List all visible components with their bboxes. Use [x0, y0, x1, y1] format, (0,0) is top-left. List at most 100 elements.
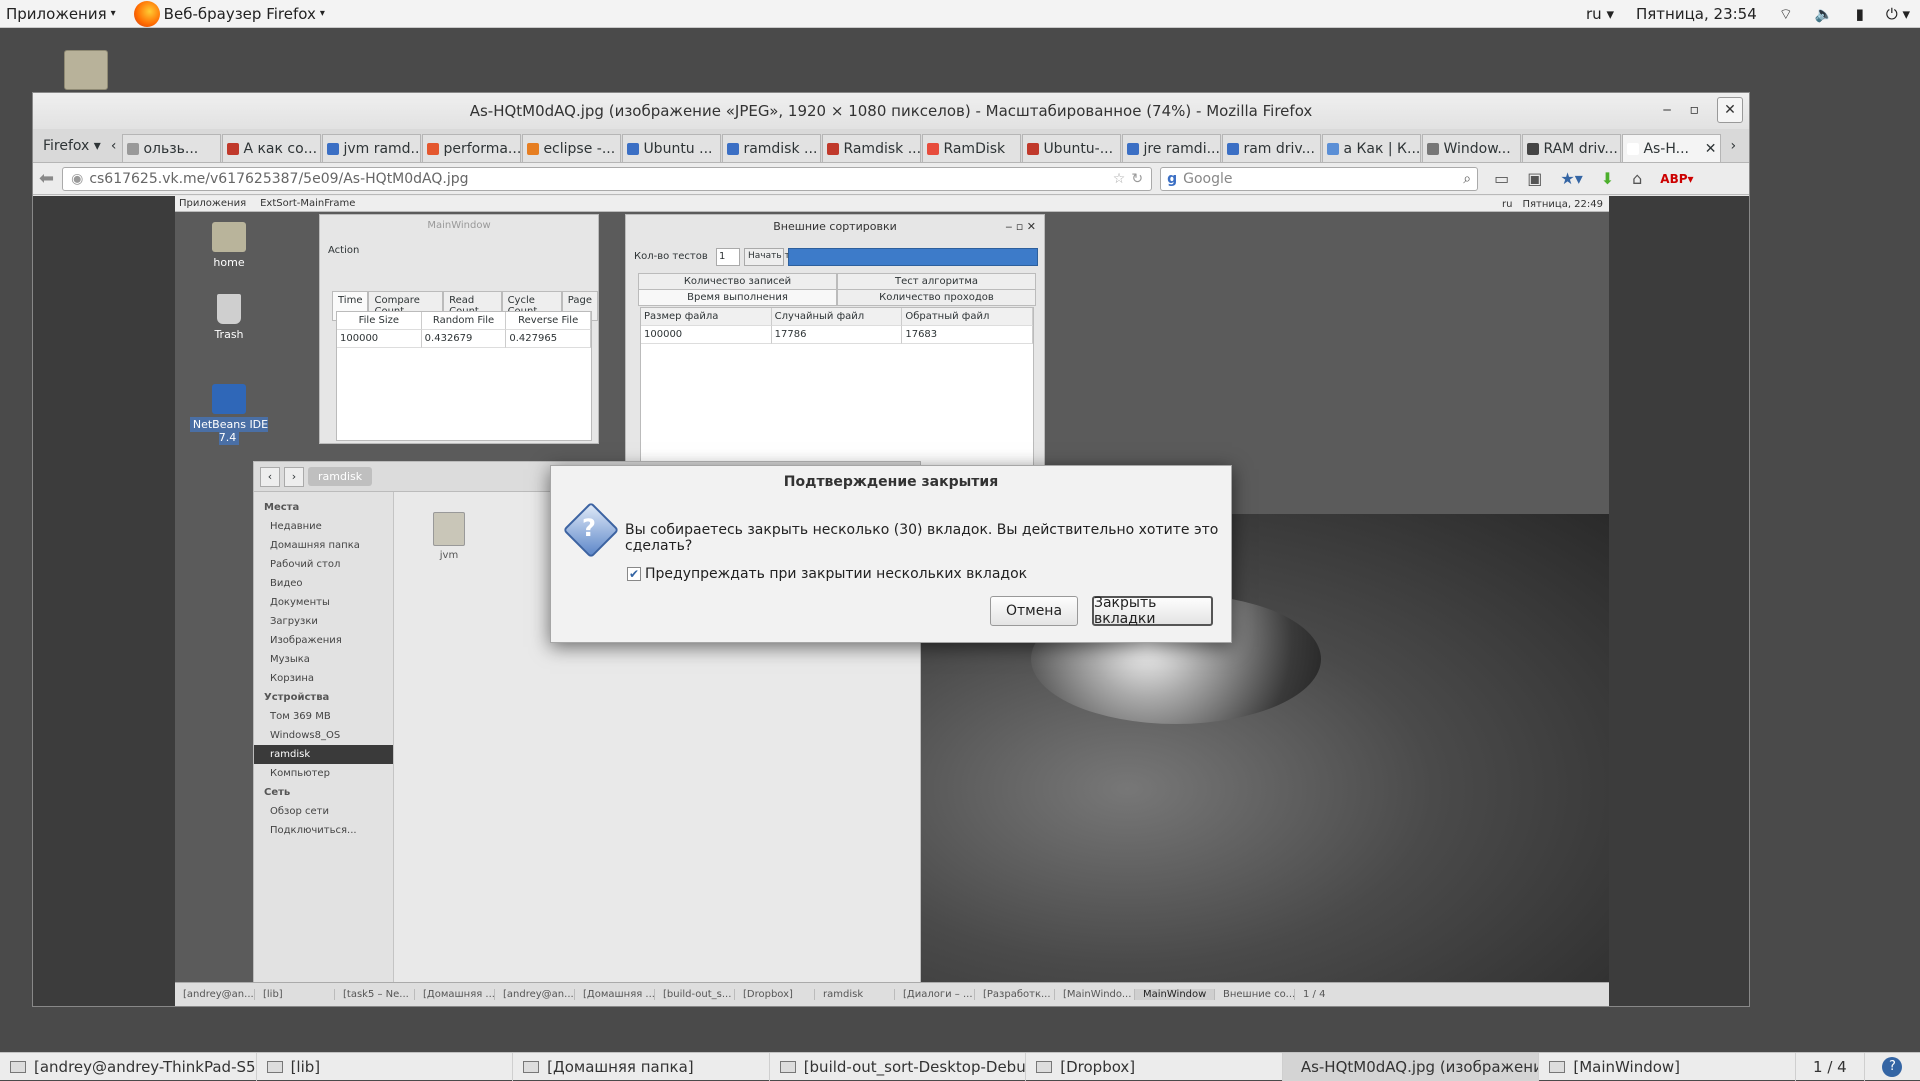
inner-start-test-button: Начать тест [744, 248, 784, 266]
maximize-button[interactable]: ▫ [1690, 102, 1700, 118]
question-mark-icon: ? [582, 514, 596, 542]
sidebar-item: Обзор сети [254, 802, 393, 821]
sidebar-item: Том 369 МВ [254, 707, 393, 726]
browser-tab[interactable]: RAM driv... [1522, 134, 1621, 162]
url-bar[interactable]: ◉ cs617625.vk.me/v617625387/5e09/As-HQtM… [62, 167, 1152, 191]
sidebar-section: Сеть [254, 783, 393, 802]
sidebar-item: Компьютер [254, 764, 393, 783]
scroll-tabs-left-icon[interactable]: ‹ [111, 138, 123, 162]
window-titlebar[interactable]: As-HQtM0dAQ.jpg (изображение «JPEG», 192… [33, 93, 1749, 129]
browser-tab[interactable]: As-H...✕ [1622, 134, 1721, 162]
checkbox-check-icon[interactable]: ✔ [627, 567, 641, 581]
browser-tab[interactable]: Window... [1422, 134, 1521, 162]
volume-icon[interactable]: 🔈 [1815, 5, 1834, 23]
browser-tab[interactable]: ramdisk ... [722, 134, 821, 162]
active-app-menu[interactable]: Веб-браузер Firefox▾ [128, 1, 331, 27]
favicon-icon [1427, 143, 1439, 155]
inner-main-window: MainWindow Action Time Compare Count Rea… [319, 214, 599, 444]
keyboard-layout-label: ru [1586, 5, 1602, 23]
power-icon[interactable]: ⏻ ▾ [1886, 5, 1910, 23]
wifi-icon[interactable]: ⌔ [1779, 5, 1793, 24]
table-cell: 100000 [337, 330, 422, 348]
browser-tab[interactable]: Ubuntu ... [622, 134, 721, 162]
inner-tab: Время выполнения [638, 289, 837, 306]
column-header: File Size [337, 312, 422, 330]
help-icon[interactable]: ? [1865, 1053, 1920, 1081]
minimize-button[interactable]: ‒ [1663, 102, 1672, 118]
taskbar-item[interactable]: [MainWindow] [1539, 1053, 1796, 1081]
table-cell: 17683 [902, 326, 1033, 344]
window-icon [1549, 1061, 1565, 1073]
globe-icon: ◉ [71, 171, 83, 187]
sidebar-item: Недавние [254, 517, 393, 536]
screenshot-icon[interactable]: ▣ [1527, 169, 1542, 188]
bookmark-star-icon[interactable]: ☆ [1113, 171, 1126, 187]
favicon-icon [1227, 143, 1239, 155]
warn-checkbox[interactable]: ✔ Предупреждать при закрытии нескольких … [627, 566, 1027, 582]
sidebar-item: Рабочий стол [254, 555, 393, 574]
battery-icon[interactable]: ▮ [1856, 5, 1864, 23]
close-button[interactable]: ✕ [1717, 97, 1743, 123]
search-bar[interactable]: g Google ⌕ [1160, 167, 1478, 191]
reload-icon[interactable]: ↻ [1131, 171, 1143, 187]
browser-tab[interactable]: RamDisk [922, 134, 1021, 162]
chevron-down-icon: ▾ [320, 8, 325, 19]
adblock-icon[interactable]: ABP▾ [1660, 172, 1693, 186]
taskbar-item[interactable]: [Dropbox] [1026, 1053, 1283, 1081]
browser-tab-label: А как со... [243, 141, 317, 157]
inner-taskbar-item: [Dropbox] [735, 989, 815, 1000]
window-icon [267, 1061, 283, 1073]
sidebar-item: Подключиться... [254, 821, 393, 840]
cancel-button[interactable]: Отмена [990, 596, 1078, 626]
home-icon[interactable]: ⌂ [1632, 169, 1642, 188]
keyboard-layout[interactable]: ru ▾ [1586, 5, 1614, 23]
taskbar-item[interactable]: [build-out_sort-Desktop-Debug] [770, 1053, 1027, 1081]
close-tabs-button[interactable]: Закрыть вкладки [1092, 596, 1213, 626]
browser-tab[interactable]: performa... [422, 134, 521, 162]
taskbar-item[interactable]: [lib] [257, 1053, 514, 1081]
firefox-menu-button[interactable]: Firefox ▾ [37, 138, 111, 162]
inner-taskbar-item: [Диалоги – ... [895, 989, 975, 1000]
download-arrow-icon[interactable]: ⬇ [1601, 169, 1614, 188]
close-tab-icon[interactable]: ✕ [1705, 141, 1717, 157]
inner-clock: Пятница, 22:49 [1522, 199, 1603, 210]
inner-tests-spinner: 1 [716, 248, 740, 266]
inner-taskbar-item: [Домашняя ... [415, 989, 495, 1000]
browser-tab[interactable]: Ramdisk ... [822, 134, 921, 162]
inner-desktop-icon-label: Trash [214, 328, 243, 341]
taskbar-item[interactable]: [Домашняя папка] [513, 1053, 770, 1081]
bookmarks-icon[interactable]: ★▾ [1560, 169, 1582, 188]
column-header: Random File [422, 312, 507, 330]
taskbar-item-label: [Домашняя папка] [547, 1058, 694, 1076]
browser-tab[interactable]: eclipse -... [522, 134, 621, 162]
new-tab-icon[interactable]: + [1744, 138, 1749, 162]
inner-taskbar-item: ramdisk [815, 989, 895, 1000]
browser-tab[interactable]: Ubuntu-... [1022, 134, 1121, 162]
browser-tab[interactable]: jre ramdi... [1122, 134, 1221, 162]
reader-icon[interactable]: ▭ [1494, 169, 1509, 188]
applications-menu[interactable]: Приложения▾ [0, 5, 122, 23]
clock[interactable]: Пятница, 23:54 [1636, 5, 1757, 23]
search-icon[interactable]: ⌕ [1463, 171, 1471, 187]
browser-tab[interactable]: ram driv... [1222, 134, 1321, 162]
table-cell: 17786 [772, 326, 903, 344]
favicon-icon [427, 143, 439, 155]
inner-folder-item: jvm [424, 512, 474, 561]
scroll-tabs-right-icon[interactable]: › [1722, 138, 1744, 162]
inner-lang: ru [1502, 199, 1512, 210]
top-panel: Приложения▾ Веб-браузер Firefox▾ ru ▾ Пя… [0, 0, 1920, 28]
inner-taskbar-item: [andrey@an... [495, 989, 575, 1000]
inner-desktop-icon-label: home [213, 256, 244, 269]
inner-taskbar: [andrey@an...[lib][task5 – Ne...[Домашня… [175, 982, 1609, 1006]
desktop-home-icon[interactable] [64, 50, 108, 90]
browser-tab[interactable]: jvm ramd... [322, 134, 421, 162]
browser-tab[interactable]: А как со... [222, 134, 321, 162]
browser-tab[interactable]: ользь... [122, 134, 221, 162]
taskbar-item[interactable]: [andrey@andrey-ThinkPad-S5-S... [0, 1053, 257, 1081]
back-arrow-icon[interactable]: ⬅ [39, 168, 54, 189]
browser-tab[interactable]: а Как | К... [1322, 134, 1421, 162]
taskbar-item-active[interactable]: As-HQtM0dAQ.jpg (изображени... [1283, 1053, 1540, 1081]
workspace-switcher[interactable]: 1 / 4 [1796, 1053, 1865, 1081]
sidebar-section: Места [254, 498, 393, 517]
inner-taskbar-item: [andrey@an... [175, 989, 255, 1000]
